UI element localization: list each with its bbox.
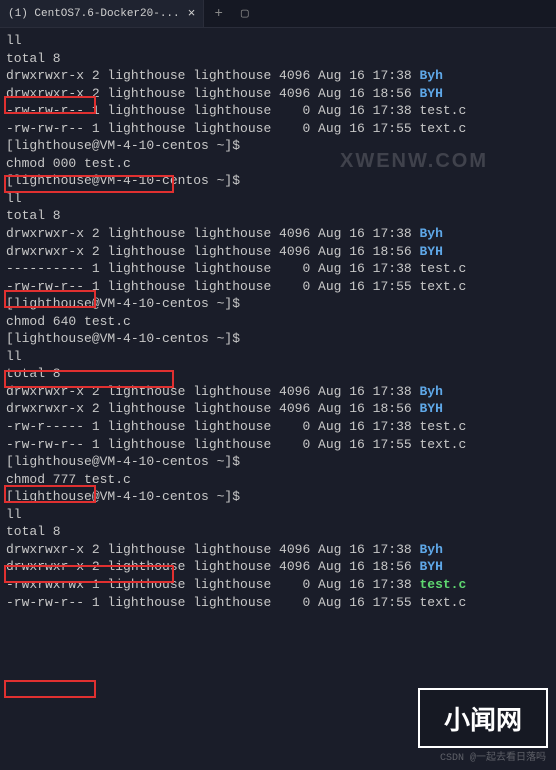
split-pane-icon[interactable]: ▢ (233, 6, 257, 21)
terminal-output[interactable]: lltotal 8drwxrwxr-x 2 lighthouse lightho… (0, 28, 556, 615)
add-tab-icon[interactable]: + (204, 6, 232, 22)
ls-row: drwxrwxr-x 2 lighthouse lighthouse 4096 … (6, 67, 550, 85)
cmd-line: ll (6, 190, 550, 208)
logo-text: 小闻网 (444, 700, 522, 737)
ls-row: drwxrwxr-x 2 lighthouse lighthouse 4096 … (6, 383, 550, 401)
logo-badge: 小闻网 (418, 688, 548, 748)
ls-row: drwxrwxr-x 2 lighthouse lighthouse 4096 … (6, 558, 550, 576)
prompt-line: [lighthouse@VM-4-10-centos ~]$ (6, 172, 550, 190)
tab-title: (1) CentOS7.6-Docker20-... (8, 8, 180, 20)
ls-row: -rwxrwxrwx 1 lighthouse lighthouse 0 Aug… (6, 576, 550, 594)
prompt-line: [lighthouse@VM-4-10-centos ~]$ (6, 295, 550, 313)
tab-bar: (1) CentOS7.6-Docker20-... × + ▢ (0, 0, 556, 28)
close-icon[interactable]: × (188, 6, 196, 21)
csdn-watermark: CSDN @一起去看日落吗 (440, 748, 546, 764)
ls-row: ---------- 1 lighthouse lighthouse 0 Aug… (6, 260, 550, 278)
ls-row: drwxrwxr-x 2 lighthouse lighthouse 4096 … (6, 541, 550, 559)
ls-row: drwxrwxr-x 2 lighthouse lighthouse 4096 … (6, 243, 550, 261)
prompt-line: [lighthouse@VM-4-10-centos ~]$ (6, 453, 550, 471)
cmd-line: chmod 000 test.c (6, 155, 550, 173)
ls-row: -rw-rw-r-- 1 lighthouse lighthouse 0 Aug… (6, 278, 550, 296)
ls-row: -rw-rw-r-- 1 lighthouse lighthouse 0 Aug… (6, 594, 550, 612)
ls-row: drwxrwxr-x 2 lighthouse lighthouse 4096 … (6, 85, 550, 103)
ls-row: -rw-rw-r-- 1 lighthouse lighthouse 0 Aug… (6, 436, 550, 454)
highlight-box (4, 680, 96, 698)
total-line: total 8 (6, 50, 550, 68)
cmd-line: ll (6, 506, 550, 524)
tab-active[interactable]: (1) CentOS7.6-Docker20-... × (0, 0, 204, 27)
ls-row: -rw-rw-r-- 1 lighthouse lighthouse 0 Aug… (6, 102, 550, 120)
ls-row: drwxrwxr-x 2 lighthouse lighthouse 4096 … (6, 400, 550, 418)
total-line: total 8 (6, 365, 550, 383)
cmd-line: ll (6, 348, 550, 366)
prompt-line: [lighthouse@VM-4-10-centos ~]$ (6, 330, 550, 348)
cmd-line: chmod 777 test.c (6, 471, 550, 489)
ls-row: -rw-rw-r-- 1 lighthouse lighthouse 0 Aug… (6, 120, 550, 138)
total-line: total 8 (6, 523, 550, 541)
cmd-line: ll (6, 32, 550, 50)
prompt-line: [lighthouse@VM-4-10-centos ~]$ (6, 137, 550, 155)
cmd-line: chmod 640 test.c (6, 313, 550, 331)
prompt-line: [lighthouse@VM-4-10-centos ~]$ (6, 488, 550, 506)
ls-row: -rw-r----- 1 lighthouse lighthouse 0 Aug… (6, 418, 550, 436)
ls-row: drwxrwxr-x 2 lighthouse lighthouse 4096 … (6, 225, 550, 243)
total-line: total 8 (6, 207, 550, 225)
